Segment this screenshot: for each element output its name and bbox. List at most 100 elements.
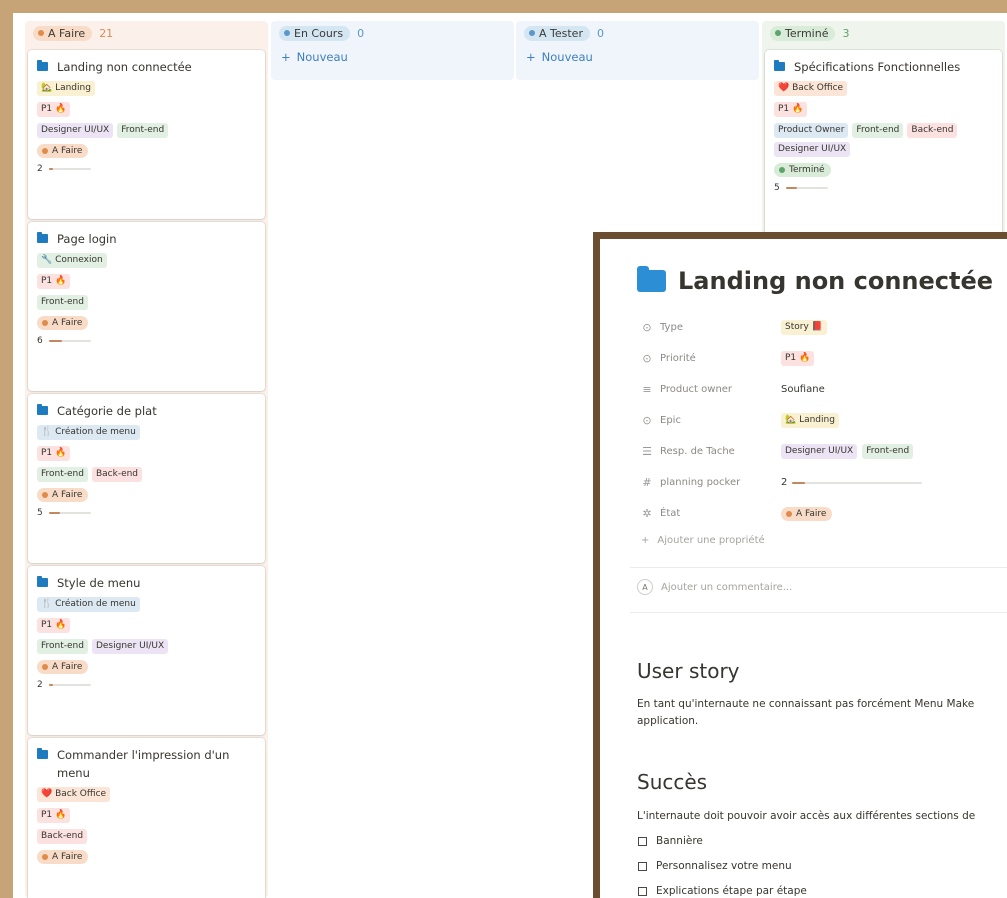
- epic-tag: 🔧 Connexion: [37, 253, 107, 268]
- card-title: Commander l'impression d'un menu: [57, 748, 230, 780]
- select-icon: ⊙: [642, 352, 652, 365]
- card-title: Style de menu: [57, 576, 141, 590]
- multiselect-icon: ☰: [642, 445, 652, 458]
- role-tag: Front-end: [37, 467, 88, 482]
- column-title: Terminé: [785, 26, 829, 40]
- checklist-item[interactable]: Explications étape par étape: [638, 885, 807, 897]
- status-pill: En Cours: [279, 25, 351, 41]
- status-icon: ✲: [642, 507, 652, 520]
- card-specifications[interactable]: Spécifications Fonctionnelles ❤️ Back Of…: [765, 50, 1002, 250]
- checkbox[interactable]: [638, 836, 647, 846]
- plus-icon: +: [526, 50, 536, 64]
- comment-input[interactable]: A Ajouter un commentaire...: [637, 579, 792, 595]
- select-icon: ⊙: [642, 414, 652, 427]
- divider: [630, 612, 1007, 613]
- role-tag: Designer UI/UX: [37, 123, 114, 138]
- folder-icon: [637, 266, 666, 292]
- avatar: A: [637, 579, 653, 595]
- role-tag: Designer UI/UX: [91, 639, 169, 654]
- plus-icon: +: [641, 534, 650, 546]
- planning-progress: 2: [37, 164, 257, 174]
- property-priorite[interactable]: ⊙ Priorité P1 🔥: [641, 343, 1007, 374]
- properties: ⊙ Type Story 📕 ⊙ Priorité P1 🔥 ≡ Product ow…: [641, 312, 1007, 551]
- state-pill: Terminé: [789, 165, 825, 175]
- planning-progress: 2: [37, 680, 257, 690]
- owner-value: Soufiane: [781, 384, 825, 395]
- number-icon: #: [642, 476, 652, 489]
- role-tag: Product Owner: [774, 123, 849, 138]
- state-pill: A Faire: [52, 318, 83, 328]
- checkbox[interactable]: [638, 861, 647, 871]
- status-pill: A Faire: [33, 25, 93, 41]
- progress-fill: [785, 187, 797, 189]
- column-title: En Cours: [294, 26, 344, 40]
- state-pill: A Faire: [52, 662, 83, 672]
- planning-progress: 6: [37, 336, 257, 346]
- page-popup: Landing non connectée ⊙ Type Story 📕 ⊙ Pri…: [593, 232, 1007, 898]
- state-pill: A Faire: [52, 146, 83, 156]
- planning-progress: 5: [774, 183, 994, 193]
- text-icon: ≡: [642, 383, 652, 396]
- card-page-login[interactable]: Page login 🔧 Connexion P1 🔥 Front-end A …: [28, 222, 265, 391]
- role-tag: Front-end: [117, 123, 169, 138]
- column-title: A Faire: [48, 26, 86, 40]
- priority-tag: P1 🔥: [37, 102, 71, 117]
- folder-icon: [37, 60, 48, 71]
- card-title: Catégorie de plat: [57, 404, 157, 418]
- new-item-button[interactable]: + Nouveau: [271, 45, 514, 69]
- folder-icon: [37, 404, 48, 415]
- section-text: En tant qu'internaute ne connaissant pas…: [637, 698, 975, 710]
- status-pill: A Tester: [524, 25, 590, 41]
- card-title: Page login: [57, 232, 117, 246]
- status-dot: [38, 30, 44, 36]
- column-header[interactable]: A Faire 21: [25, 21, 268, 45]
- checklist-item[interactable]: Bannière: [638, 835, 703, 847]
- add-property-button[interactable]: + Ajouter une propriété: [641, 529, 1007, 551]
- progress-fill: [48, 168, 53, 170]
- type-tag: Story 📕: [781, 320, 827, 335]
- planning-progress: 5: [37, 508, 257, 518]
- role-tag: Front-end: [37, 295, 88, 310]
- column-a-faire: A Faire 21 Landing non connectée 🏡 Landi…: [25, 21, 268, 898]
- card-commander-impression[interactable]: Commander l'impression d'un menu ❤️ Back…: [28, 738, 265, 898]
- card-style-de-menu[interactable]: Style de menu 🍴 Création de menu P1 🔥 Fr…: [28, 566, 265, 735]
- state-pill: A Faire: [52, 852, 83, 862]
- property-type[interactable]: ⊙ Type Story 📕: [641, 312, 1007, 343]
- checkbox[interactable]: [638, 886, 647, 896]
- property-product-owner[interactable]: ≡ Product owner Soufiane: [641, 374, 1007, 405]
- folder-icon: [37, 576, 48, 587]
- new-item-button[interactable]: + Nouveau: [516, 45, 759, 69]
- column-en-cours: En Cours 0 + Nouveau: [271, 21, 514, 80]
- epic-tag: 🍴 Création de menu: [37, 597, 140, 612]
- column-header[interactable]: Terminé 3: [762, 21, 1005, 45]
- column-title: A Tester: [539, 26, 583, 40]
- section-heading: User story: [637, 659, 740, 683]
- column-header[interactable]: En Cours 0: [271, 21, 514, 45]
- property-planning-pocker[interactable]: # planning pocker 2: [641, 467, 1007, 498]
- checklist-item[interactable]: Personnalisez votre menu: [638, 860, 792, 872]
- plus-icon: +: [281, 50, 291, 64]
- property-epic[interactable]: ⊙ Epic 🏡 Landing: [641, 405, 1007, 436]
- select-icon: ⊙: [642, 321, 652, 334]
- priority-tag: P1 🔥: [781, 351, 815, 366]
- column-header[interactable]: A Tester 0: [516, 21, 759, 45]
- section-text: L'internaute doit pouvoir avoir accès au…: [637, 810, 976, 822]
- property-etat[interactable]: ✲ État A Faire: [641, 498, 1007, 529]
- epic-tag: 🍴 Création de menu: [37, 425, 140, 440]
- progress-fill: [48, 512, 60, 514]
- progress-fill: [48, 684, 53, 686]
- page-content: Landing non connectée ⊙ Type Story 📕 ⊙ Pri…: [600, 239, 1007, 898]
- page-title[interactable]: Landing non connectée: [637, 266, 993, 295]
- role-tag: Designer UI/UX: [774, 142, 851, 157]
- card-landing[interactable]: Landing non connectée 🏡 Landing P1 🔥 Des…: [28, 50, 265, 219]
- role-tag: Front-end: [852, 123, 904, 138]
- status-pill: Terminé: [770, 25, 836, 41]
- state-pill: A Faire: [796, 508, 827, 519]
- card-categorie-de-plat[interactable]: Catégorie de plat 🍴 Création de menu P1 …: [28, 394, 265, 563]
- role-tag: Back-end: [91, 467, 143, 482]
- card-title: Spécifications Fonctionnelles: [794, 60, 961, 74]
- divider: [630, 567, 1007, 568]
- priority-tag: P1 🔥: [37, 808, 71, 823]
- property-resp-tache[interactable]: ☰ Resp. de Tache Designer UI/UX Front-end: [641, 436, 1007, 467]
- role-tag: Back-end: [907, 123, 958, 138]
